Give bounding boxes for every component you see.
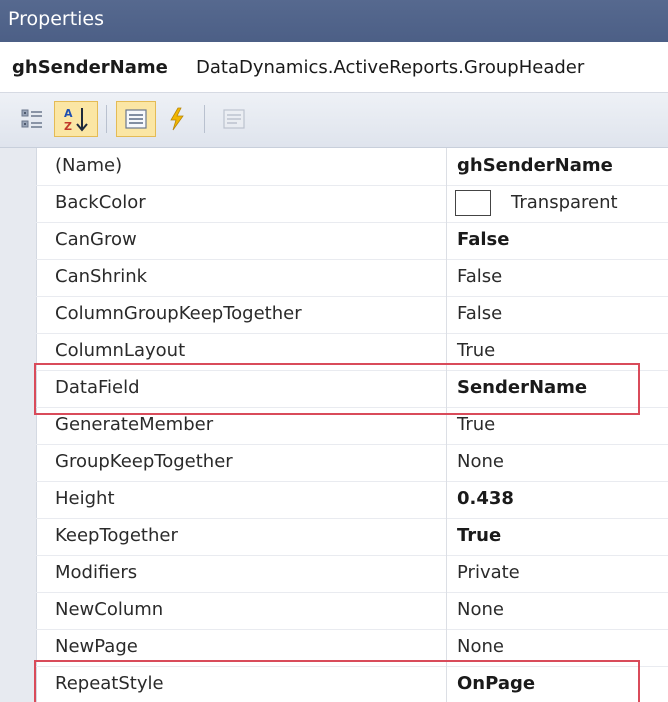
property-name: CanGrow [55, 229, 137, 250]
property-value-cell[interactable]: Transparent [446, 185, 668, 222]
property-value-cell[interactable]: False [446, 259, 668, 296]
property-value-cell[interactable]: None [446, 444, 668, 481]
property-row-cangrow[interactable]: CanGrow False [0, 222, 668, 259]
toolbar-separator [106, 105, 107, 133]
property-value-cell[interactable]: ghSenderName [446, 148, 668, 185]
property-value: Transparent [511, 192, 618, 213]
property-pages-button[interactable] [214, 101, 254, 137]
property-value: None [457, 636, 504, 657]
property-name: ColumnGroupKeepTogether [55, 303, 302, 324]
property-value: 0.438 [457, 488, 514, 509]
property-name: CanShrink [55, 266, 148, 287]
property-row-keeptogether[interactable]: KeepTogether True [0, 518, 668, 555]
property-value-cell[interactable]: None [446, 592, 668, 629]
property-name: GenerateMember [55, 414, 214, 435]
property-name: GroupKeepTogether [55, 451, 233, 472]
property-value-cell[interactable]: False [446, 296, 668, 333]
property-row-canshrink[interactable]: CanShrink False [0, 259, 668, 296]
property-row-backcolor[interactable]: BackColor Transparent [0, 185, 668, 222]
property-row-columngroupkeeptogether[interactable]: ColumnGroupKeepTogether False [0, 296, 668, 333]
property-name: KeepTogether [55, 525, 178, 546]
property-row-name[interactable]: (Name) ghSenderName [0, 148, 668, 185]
property-value: True [457, 525, 502, 546]
alphabetical-button[interactable]: A Z [54, 101, 98, 137]
property-value: None [457, 599, 504, 620]
properties-button[interactable] [116, 101, 156, 137]
property-name: ColumnLayout [55, 340, 186, 361]
property-row-height[interactable]: Height 0.438 [0, 481, 668, 518]
properties-list-icon [125, 109, 147, 129]
sort-az-icon: A Z [64, 107, 88, 133]
property-name: (Name) [55, 155, 123, 176]
repeatstyle-highlight-box [34, 660, 640, 702]
svg-text:Z: Z [64, 120, 72, 133]
property-value: None [457, 451, 504, 472]
property-pages-icon [223, 109, 245, 129]
property-value: False [457, 229, 510, 250]
property-value-cell[interactable]: True [446, 518, 668, 555]
property-name: BackColor [55, 192, 146, 213]
object-type: DataDynamics.ActiveReports.GroupHeader [196, 57, 585, 78]
lightning-icon [170, 107, 184, 131]
svg-text:A: A [64, 107, 73, 120]
property-grid: (Name) ghSenderName BackColor Transparen… [0, 148, 668, 702]
property-row-groupkeeptogether[interactable]: GroupKeepTogether None [0, 444, 668, 481]
property-name: Height [55, 488, 115, 509]
property-name: NewColumn [55, 599, 164, 620]
object-selector[interactable]: ghSenderName DataDynamics.ActiveReports.… [0, 42, 668, 93]
properties-titlebar: Properties [0, 0, 668, 42]
categorized-icon [21, 109, 42, 128]
properties-toolbar: A Z [0, 93, 668, 148]
property-name: Modifiers [55, 562, 138, 583]
property-row-newcolumn[interactable]: NewColumn None [0, 592, 668, 629]
events-button[interactable] [160, 101, 194, 137]
property-value: Private [457, 562, 520, 583]
property-value-cell[interactable]: False [446, 222, 668, 259]
window-title: Properties [8, 8, 105, 30]
property-name: NewPage [55, 636, 138, 657]
property-value: True [457, 414, 496, 435]
property-value-cell[interactable]: Private [446, 555, 668, 592]
categorized-button[interactable] [14, 101, 50, 137]
toolbar-separator [204, 105, 205, 133]
property-row-modifiers[interactable]: Modifiers Private [0, 555, 668, 592]
color-swatch [455, 190, 491, 216]
property-value: False [457, 266, 503, 287]
property-value: False [457, 303, 503, 324]
property-value: ghSenderName [457, 155, 613, 176]
object-name: ghSenderName [12, 57, 168, 78]
datafield-highlight-box [34, 363, 640, 415]
property-value-cell[interactable]: 0.438 [446, 481, 668, 518]
property-value: True [457, 340, 496, 361]
